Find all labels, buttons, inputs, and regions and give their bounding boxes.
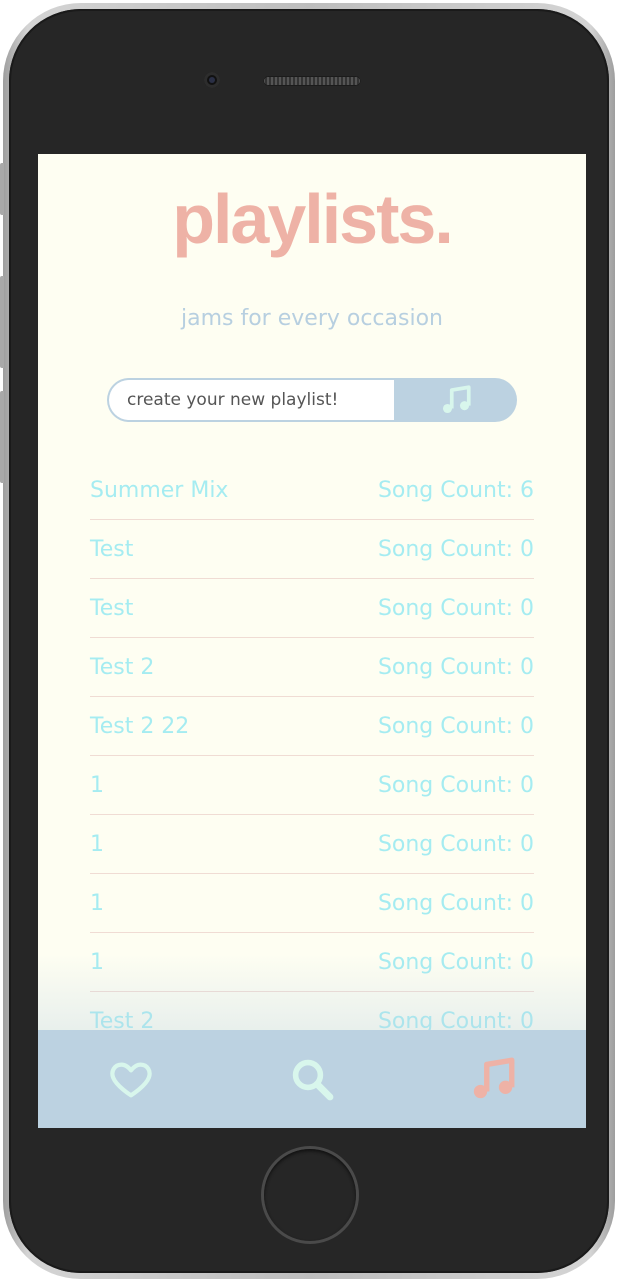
playlist-item[interactable]: Test Song Count: 0: [90, 579, 534, 638]
earpiece-speaker: [263, 76, 361, 86]
playlist-item[interactable]: Test Song Count: 0: [90, 520, 534, 579]
playlist-name: Test 2: [90, 654, 155, 680]
playlist-item[interactable]: 1 Song Count: 0: [90, 874, 534, 933]
playlist-item[interactable]: 1 Song Count: 0: [90, 756, 534, 815]
playlist-item[interactable]: Test 2 22 Song Count: 0: [90, 697, 534, 756]
mute-switch: [0, 163, 4, 215]
heart-icon: [110, 1062, 152, 1098]
playlist-item[interactable]: 1 Song Count: 0: [90, 933, 534, 992]
song-count: Song Count: 0: [377, 536, 534, 562]
song-count: Song Count: 0: [377, 949, 534, 975]
home-button[interactable]: [264, 1149, 356, 1241]
nav-search-button[interactable]: [287, 1054, 337, 1104]
playlist-name: 1: [90, 831, 104, 857]
playlist-name: Test 2 22: [90, 713, 190, 739]
page-subtitle: jams for every occasion: [181, 306, 443, 331]
front-camera: [204, 72, 220, 88]
new-playlist-input[interactable]: [107, 378, 415, 422]
song-count: Song Count: 0: [377, 713, 534, 739]
playlist-name: Summer Mix: [90, 477, 229, 503]
playlist-item[interactable]: 1 Song Count: 0: [90, 815, 534, 874]
playlist-name: 1: [90, 772, 104, 798]
search-icon: [292, 1059, 334, 1101]
create-playlist-form: [107, 378, 517, 422]
song-count: Song Count: 0: [377, 654, 534, 680]
app-screen: playlists. jams for every occasion Summe…: [38, 154, 586, 1128]
music-note-icon: [473, 1057, 515, 1099]
volume-up-button: [0, 276, 4, 368]
create-playlist-button[interactable]: [394, 378, 517, 422]
page-title: playlists.: [172, 180, 454, 258]
playlist-name: Test: [90, 595, 134, 621]
nav-favorites-button[interactable]: [106, 1054, 156, 1104]
playlist-item[interactable]: Summer Mix Song Count: 6: [90, 461, 534, 520]
song-count: Song Count: 0: [377, 890, 534, 916]
playlist-item[interactable]: Test 2 Song Count: 0: [90, 638, 534, 697]
bottom-nav: [38, 1030, 586, 1128]
nav-playlists-button[interactable]: [468, 1054, 518, 1104]
playlist-name: Test: [90, 536, 134, 562]
playlist-name: 1: [90, 949, 104, 975]
volume-down-button: [0, 391, 4, 483]
playlist-name: 1: [90, 890, 104, 916]
song-count: Song Count: 0: [377, 831, 534, 857]
song-count: Song Count: 6: [377, 477, 534, 503]
song-count: Song Count: 0: [377, 772, 534, 798]
playlist-list: Summer Mix Song Count: 6 Test Song Count…: [90, 461, 534, 1051]
music-note-icon: [442, 385, 471, 414]
song-count: Song Count: 0: [377, 595, 534, 621]
